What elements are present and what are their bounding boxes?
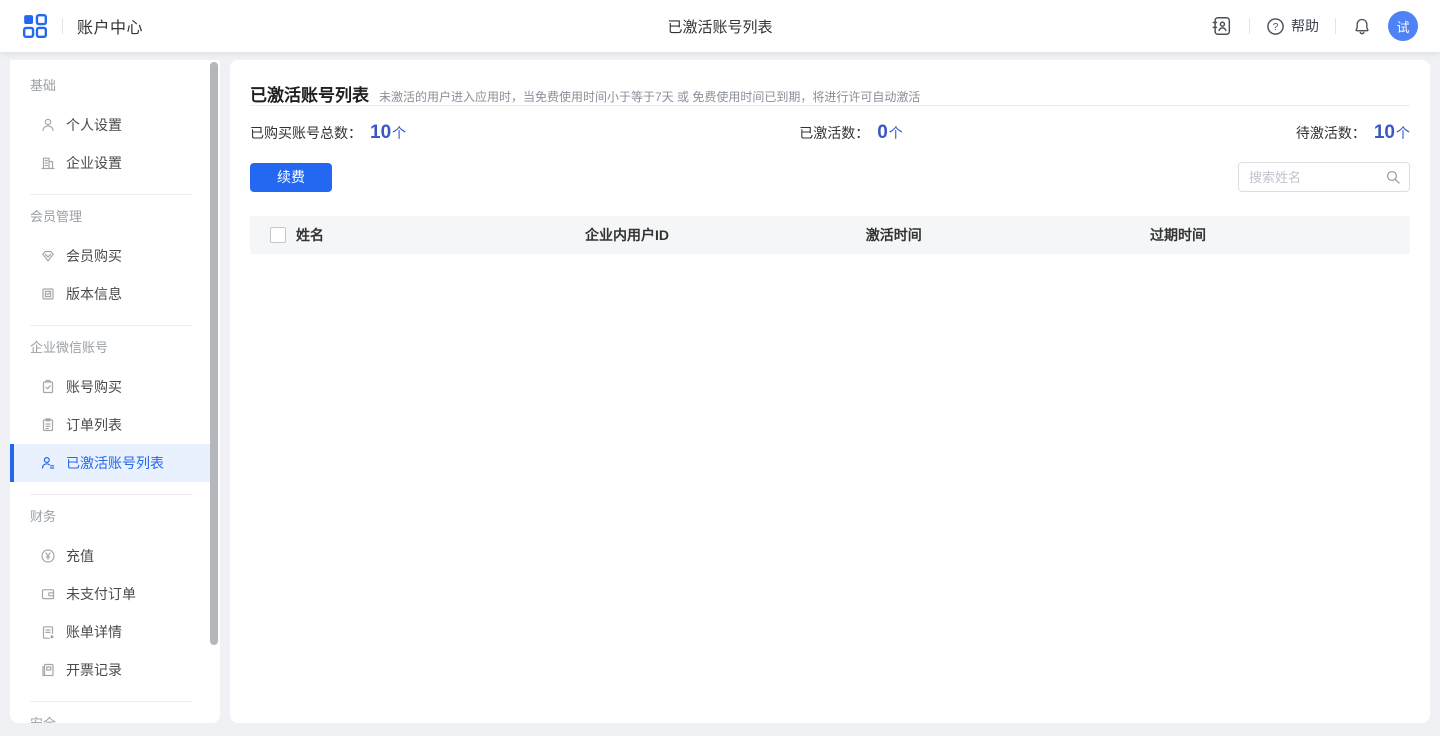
sidebar-item-label: 开票记录 bbox=[66, 660, 122, 680]
svg-text:?: ? bbox=[1273, 21, 1279, 32]
help-button[interactable]: ? 帮助 bbox=[1266, 16, 1319, 36]
table-header-user-id: 企业内用户ID bbox=[494, 225, 761, 245]
sidebar-item-invoice-records[interactable]: 开票记录 bbox=[10, 651, 210, 689]
help-label: 帮助 bbox=[1291, 16, 1319, 36]
stat-value: 10 bbox=[370, 122, 391, 144]
sidebar-section-membership: 会员管理 bbox=[30, 207, 220, 227]
section-subtitle: 未激活的用户进入应用时，当免费使用时间小于等于7天 或 免费使用时间已到期，将进… bbox=[379, 88, 920, 105]
stat-unit: 个 bbox=[889, 123, 903, 143]
search-icon[interactable] bbox=[1385, 169, 1401, 185]
user-list-icon bbox=[40, 455, 56, 471]
sidebar-item-account-purchase[interactable]: 账号购买 bbox=[10, 368, 210, 406]
table-header-name: 姓名 bbox=[250, 225, 494, 245]
building-icon bbox=[40, 155, 56, 171]
sidebar-item-bill-details[interactable]: 账单详情 bbox=[10, 613, 210, 651]
sidebar-item-label: 账号购买 bbox=[66, 377, 122, 397]
divider bbox=[62, 18, 63, 34]
notification-bell-icon[interactable] bbox=[1352, 16, 1372, 36]
divider bbox=[30, 194, 193, 195]
stat-unit: 个 bbox=[1396, 123, 1410, 143]
topbar-left: 账户中心 bbox=[22, 13, 143, 39]
divider bbox=[30, 494, 193, 495]
help-icon: ? bbox=[1266, 17, 1285, 36]
column-header: 姓名 bbox=[296, 225, 324, 245]
sidebar-section-finance: 财务 bbox=[30, 507, 220, 527]
table-header-row: 姓名 企业内用户ID 激活时间 过期时间 bbox=[250, 216, 1410, 254]
app-grid-icon[interactable] bbox=[22, 13, 48, 39]
sidebar-item-personal-settings[interactable]: 个人设置 bbox=[10, 106, 210, 144]
accounts-table: 姓名 企业内用户ID 激活时间 过期时间 bbox=[250, 216, 1410, 554]
bill-icon bbox=[40, 624, 56, 640]
sidebar-section-wecom-account: 企业微信账号 bbox=[30, 338, 220, 358]
invoice-icon bbox=[40, 662, 56, 678]
sidebar-item-label: 会员购买 bbox=[66, 246, 122, 266]
sidebar-item-label: 已激活账号列表 bbox=[66, 453, 164, 473]
stat-unit: 个 bbox=[392, 123, 406, 143]
sidebar-section-security: 安全 bbox=[30, 714, 220, 723]
sidebar-item-label: 订单列表 bbox=[66, 415, 122, 435]
version-icon bbox=[40, 286, 56, 302]
sidebar-section-basic: 基础 bbox=[30, 76, 220, 96]
stats-bar: 已购买账号总数： 10 个 已激活数： 0 个 待激活数： 10 个 bbox=[250, 118, 1410, 148]
stat-total-purchased: 已购买账号总数： 10 个 bbox=[250, 122, 406, 144]
search-box bbox=[1238, 162, 1410, 192]
topbar-right: ? 帮助 试 bbox=[1211, 11, 1418, 41]
stat-activated: 已激活数： 0 个 bbox=[799, 122, 903, 144]
stat-value: 0 bbox=[877, 122, 888, 144]
sidebar-item-label: 企业设置 bbox=[66, 153, 122, 173]
divider bbox=[30, 325, 193, 326]
app-title: 账户中心 bbox=[77, 14, 143, 38]
sidebar-item-recharge[interactable]: 充值 bbox=[10, 537, 210, 575]
sidebar-item-label: 充值 bbox=[66, 546, 94, 566]
sidebar: 基础 个人设置 企业设置 会员管理 会员购买 版本 bbox=[10, 60, 220, 723]
clipboard-check-icon bbox=[40, 379, 56, 395]
sidebar-item-enterprise-settings[interactable]: 企业设置 bbox=[10, 144, 210, 182]
stat-value: 10 bbox=[1374, 122, 1395, 144]
yuan-circle-icon bbox=[40, 548, 56, 564]
sidebar-item-label: 个人设置 bbox=[66, 115, 122, 135]
sidebar-item-label: 未支付订单 bbox=[66, 584, 136, 604]
sidebar-scrollbar[interactable] bbox=[210, 62, 218, 645]
stat-pending-activation: 待激活数： 10 个 bbox=[1296, 122, 1410, 144]
action-row: 续费 bbox=[250, 162, 1410, 192]
sidebar-item-label: 版本信息 bbox=[66, 284, 122, 304]
order-list-icon bbox=[40, 417, 56, 433]
stat-label: 已购买账号总数： bbox=[250, 123, 362, 143]
renew-button[interactable]: 续费 bbox=[250, 163, 332, 192]
table-body-empty bbox=[250, 254, 1410, 554]
divider bbox=[1335, 18, 1336, 34]
divider bbox=[250, 105, 1410, 106]
sidebar-item-member-purchase[interactable]: 会员购买 bbox=[10, 237, 210, 275]
sidebar-item-unpaid-orders[interactable]: 未支付订单 bbox=[10, 575, 210, 613]
table-header-activation-time: 激活时间 bbox=[760, 225, 1027, 245]
section-title: 已激活账号列表 bbox=[250, 81, 369, 106]
user-icon bbox=[40, 117, 56, 133]
stat-label: 已激活数： bbox=[799, 123, 869, 143]
sidebar-item-activated-accounts[interactable]: 已激活账号列表 bbox=[10, 444, 210, 482]
sidebar-item-version-info[interactable]: 版本信息 bbox=[10, 275, 210, 313]
contacts-icon[interactable] bbox=[1211, 15, 1233, 37]
stat-label: 待激活数： bbox=[1296, 123, 1366, 143]
diamond-icon bbox=[40, 248, 56, 264]
search-input[interactable] bbox=[1249, 170, 1385, 185]
avatar[interactable]: 试 bbox=[1388, 11, 1418, 41]
divider bbox=[30, 701, 193, 702]
sidebar-item-label: 账单详情 bbox=[66, 622, 122, 642]
topbar: 账户中心 已激活账号列表 ? 帮助 bbox=[0, 0, 1440, 52]
main-header: 已激活账号列表 未激活的用户进入应用时，当免费使用时间小于等于7天 或 免费使用… bbox=[250, 60, 1410, 105]
divider bbox=[1249, 18, 1250, 34]
table-header-expiry-time: 过期时间 bbox=[1027, 225, 1329, 245]
select-all-checkbox[interactable] bbox=[270, 227, 286, 243]
wallet-icon bbox=[40, 586, 56, 602]
sidebar-item-order-list[interactable]: 订单列表 bbox=[10, 406, 210, 444]
main-panel: 已激活账号列表 未激活的用户进入应用时，当免费使用时间小于等于7天 或 免费使用… bbox=[230, 60, 1430, 723]
